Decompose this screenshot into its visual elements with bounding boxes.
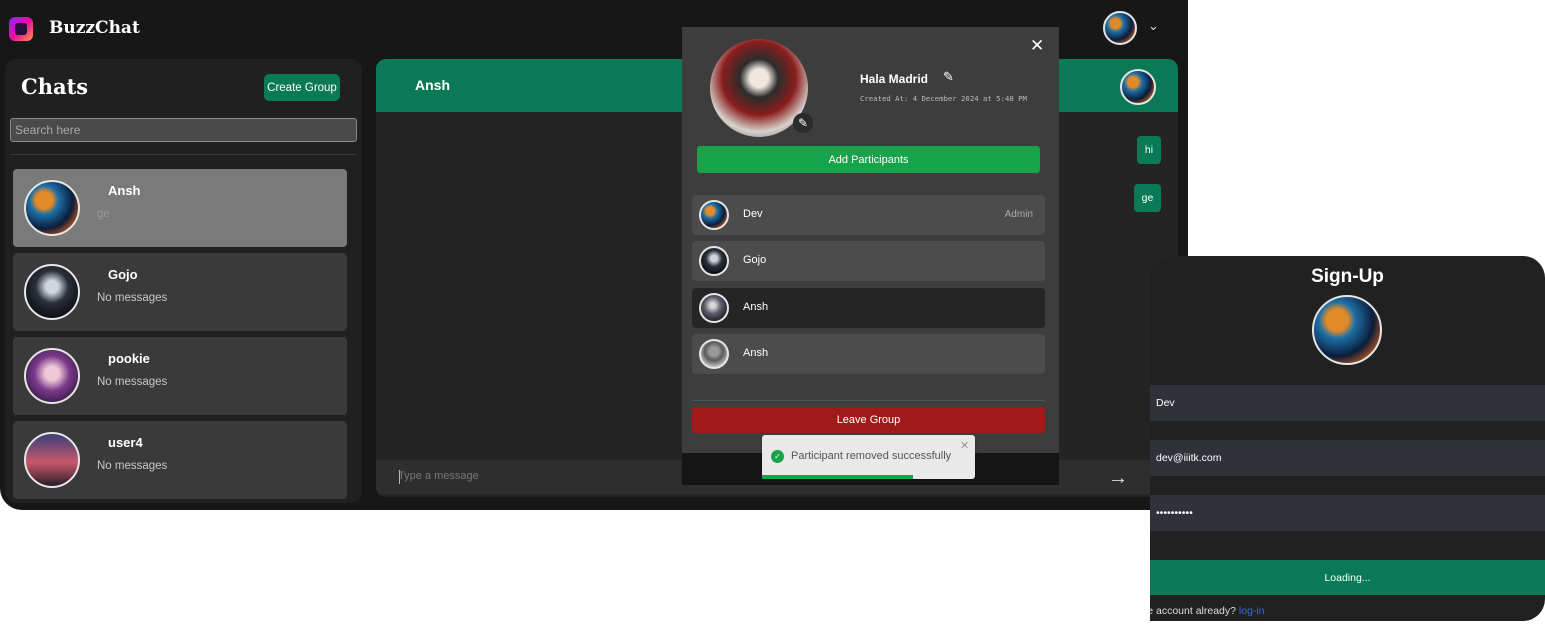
leave-group-button[interactable]: Leave Group (692, 407, 1045, 433)
password-field-value: •••••••••• (1156, 507, 1193, 519)
chat-last-message: No messages (97, 292, 168, 304)
group-created-date: Created At: 4 December 2024 at 5:48 PM (860, 94, 1027, 103)
chevron-down-icon[interactable]: ⌄ (1148, 18, 1159, 34)
create-group-button[interactable]: Create Group (264, 74, 340, 101)
toast-message: Participant removed successfully (791, 450, 952, 462)
avatar (24, 264, 80, 320)
edit-avatar-icon[interactable]: ✎ (793, 113, 813, 133)
avatar (699, 293, 729, 323)
search-input[interactable] (10, 118, 357, 142)
email-field-value: dev@iiitk.com (1156, 452, 1222, 464)
check-icon: ✓ (771, 450, 784, 463)
signup-title: Sign-Up (1311, 266, 1384, 287)
avatar (24, 432, 80, 488)
chat-sidebar: Chats Create Group Ansh ge Gojo No messa… (5, 59, 362, 503)
signup-button[interactable]: Loading... (1150, 560, 1545, 595)
toast-notification: ✓ Participant removed successfully ✕ (762, 435, 975, 479)
profile-avatar[interactable] (1103, 11, 1137, 45)
divider (10, 154, 357, 155)
avatar (24, 180, 80, 236)
chat-list-item[interactable]: pookie No messages (13, 337, 347, 415)
participant-name: Dev (743, 208, 763, 220)
chat-last-message: ge (97, 208, 110, 220)
login-prompt: ve account already? log-in (1150, 605, 1265, 617)
password-field[interactable]: •••••••••• (1150, 495, 1545, 531)
divider (692, 400, 1045, 401)
send-icon[interactable]: → (1108, 467, 1128, 490)
chat-list-item[interactable]: Ansh ge (13, 169, 347, 247)
email-field[interactable]: dev@iiitk.com (1150, 440, 1545, 476)
participant-row[interactable]: Ansh (692, 334, 1045, 374)
participant-name: Gojo (743, 254, 767, 266)
chat-last-message: No messages (97, 460, 168, 472)
name-field[interactable]: Dev (1150, 385, 1545, 421)
message-input-placeholder: Type a message (398, 470, 479, 482)
add-participants-button[interactable]: Add Participants (697, 146, 1040, 173)
chat-name: pookie (108, 351, 150, 366)
app-brand: BuzzChat (49, 18, 140, 38)
chat-header-avatar[interactable] (1120, 69, 1156, 105)
chat-last-message: No messages (97, 376, 168, 388)
chat-name: Ansh (108, 183, 141, 198)
avatar (24, 348, 80, 404)
chat-list-item[interactable]: user4 No messages (13, 421, 347, 499)
chat-header-name: Ansh (415, 77, 450, 93)
message-bubble: hi (1137, 136, 1161, 164)
edit-name-icon[interactable]: ✎ (943, 69, 954, 85)
participant-row[interactable]: Ansh (692, 288, 1045, 328)
chat-list-item[interactable]: Gojo No messages (13, 253, 347, 331)
avatar (699, 200, 729, 230)
message-bubble: ge (1134, 184, 1161, 212)
chat-name: user4 (108, 435, 143, 450)
avatar (699, 339, 729, 369)
close-icon[interactable]: ✕ (1030, 36, 1044, 56)
participant-name: Ansh (743, 347, 769, 359)
signup-panel: Sign-Up Dev dev@iiitk.com •••••••••• Loa… (1150, 256, 1545, 621)
participant-row[interactable]: Dev Admin (692, 195, 1045, 235)
login-link[interactable]: log-in (1239, 605, 1265, 617)
group-name: Hala Madrid (860, 72, 929, 86)
app-window: BuzzChat ⌄ Chats Create Group Ansh ge Go… (0, 0, 1188, 510)
participant-name: Ansh (743, 301, 769, 313)
chats-title: Chats (21, 74, 89, 99)
participant-row[interactable]: Gojo (692, 241, 1045, 281)
group-info-modal: ✕ ✎ Hala Madrid ✎ Created At: 4 December… (682, 27, 1059, 485)
name-field-value: Dev (1156, 397, 1175, 409)
toast-progress-bar (762, 475, 914, 479)
app-logo-icon (9, 17, 33, 41)
chat-name: Gojo (108, 267, 138, 282)
signup-avatar[interactable] (1312, 295, 1382, 365)
avatar (699, 246, 729, 276)
close-icon[interactable]: ✕ (960, 439, 969, 452)
participant-role-badge: Admin (1004, 209, 1033, 220)
login-prompt-text: ve account already? (1150, 605, 1236, 617)
